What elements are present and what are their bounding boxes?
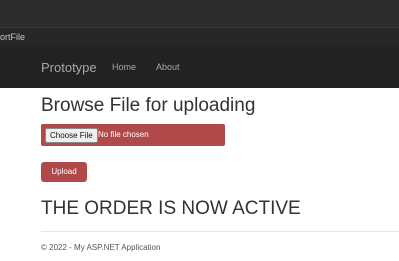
upload-button[interactable]: Upload [41,162,87,182]
navbar: Prototype Home About [0,47,399,88]
browser-tab-row: ortFile [0,27,399,48]
nav-link-home[interactable]: Home [112,62,136,73]
page: ortFile Prototype Home About Browse File… [0,0,399,261]
window-top-bar [0,0,399,27]
order-status-message: THE ORDER IS NOW ACTIVE [41,198,301,219]
browser-tab-label[interactable]: ortFile [0,32,25,42]
footer-text: © 2022 - My ASP.NET Application [41,243,161,252]
nav-link-about[interactable]: About [156,62,180,73]
file-input[interactable]: Choose File No file chosen [41,124,225,146]
navbar-brand[interactable]: Prototype [41,60,97,75]
footer-divider [41,231,399,232]
page-title: Browse File for uploading [41,95,256,116]
choose-file-button[interactable]: Choose File [45,128,98,143]
file-status-text: No file chosen [98,130,149,139]
